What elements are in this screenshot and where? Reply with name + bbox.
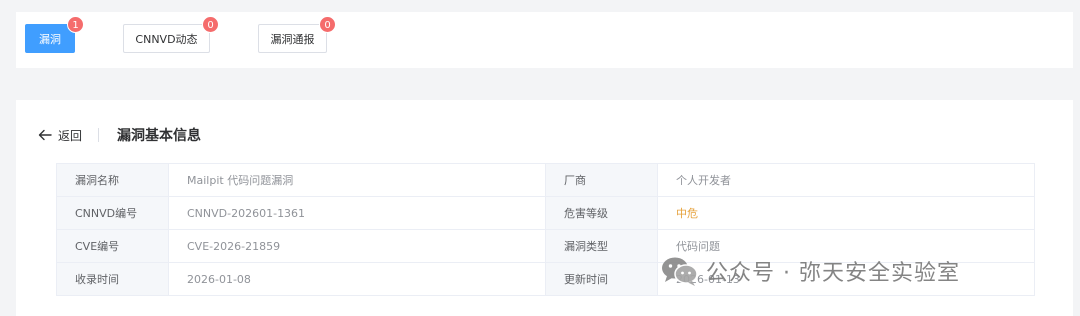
cell-label: 厂商 — [545, 163, 658, 197]
cell-value: 个人开发者 — [657, 163, 1035, 197]
cell-label: CVE编号 — [56, 229, 169, 263]
tab-count-badge: 1 — [67, 16, 84, 33]
back-button[interactable]: 返回 — [38, 127, 82, 144]
page-title: 漏洞基本信息 — [117, 128, 202, 144]
table-row: CNNVD编号 CNNVD-202601-1361 危害等级 中危 — [56, 196, 1035, 230]
tab-vulnerability-bulletin[interactable]: 漏洞通报 0 — [258, 16, 336, 53]
watermark: 公众号 · 弥天安全实验室 — [660, 254, 960, 288]
cell-value: 2026-01-08 — [168, 262, 546, 296]
arrow-left-icon — [38, 129, 52, 141]
tab-bar: 漏洞 1 CNNVD动态 0 漏洞通报 0 — [16, 12, 1073, 68]
cell-label: CNNVD编号 — [56, 196, 169, 230]
cell-label: 收录时间 — [56, 262, 169, 296]
wechat-icon — [662, 257, 698, 286]
watermark-text: 公众号 · 弥天安全实验室 — [706, 261, 960, 286]
back-label: 返回 — [58, 128, 83, 143]
cell-value: CVE-2026-21859 — [168, 229, 546, 263]
tab-label: CNNVD动态 — [135, 32, 198, 46]
cell-value: Mailpit 代码问题漏洞 — [168, 163, 546, 197]
tab-cnnvd-news[interactable]: CNNVD动态 0 — [123, 16, 219, 53]
cell-value: CNNVD-202601-1361 — [168, 196, 546, 230]
cell-label: 漏洞类型 — [545, 229, 658, 263]
severity-value: 中危 — [657, 196, 1035, 230]
tab-vulnerabilities[interactable]: 漏洞 1 — [25, 16, 84, 53]
tab-count-badge: 0 — [319, 16, 336, 33]
header-divider — [98, 128, 100, 142]
detail-header: 返回 漏洞基本信息 — [38, 126, 201, 144]
tab-label: 漏洞 — [39, 32, 61, 46]
cell-label: 危害等级 — [545, 196, 658, 230]
tab-count-badge: 0 — [202, 16, 219, 33]
tab-label: 漏洞通报 — [270, 32, 315, 46]
cell-label: 更新时间 — [545, 262, 658, 296]
table-row: 漏洞名称 Mailpit 代码问题漏洞 厂商 个人开发者 — [56, 163, 1035, 197]
cell-label: 漏洞名称 — [56, 163, 169, 197]
